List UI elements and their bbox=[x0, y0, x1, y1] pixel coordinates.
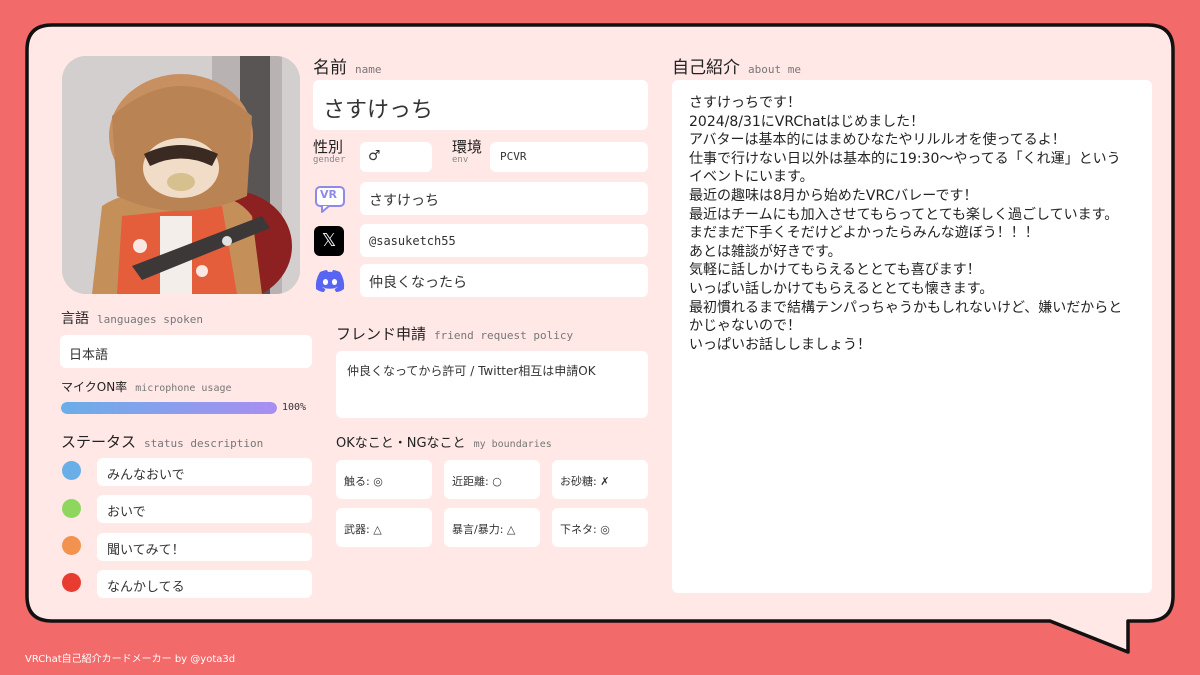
gender-value: ♂ bbox=[368, 148, 381, 164]
twitter-handle: @sasuketch55 bbox=[369, 234, 456, 248]
status-text: なんかしてる bbox=[107, 580, 185, 595]
boundary-text: 武器: △ bbox=[344, 523, 382, 536]
name-value: さすけっち bbox=[323, 98, 434, 123]
boundary-item: 武器: △ bbox=[336, 508, 432, 547]
discord-field: 仲良くなったら bbox=[360, 264, 648, 297]
status-item-3: 聞いてみて！ bbox=[97, 533, 312, 561]
vrchat-name-field: さすけっち bbox=[360, 182, 648, 215]
status-dot-3 bbox=[62, 536, 81, 555]
microphone-bar-fill bbox=[61, 402, 277, 414]
env-value: PCVR bbox=[500, 150, 527, 163]
status-text: 聞いてみて！ bbox=[107, 543, 185, 558]
status-dot-4 bbox=[62, 573, 81, 592]
status-dot-1 bbox=[62, 461, 81, 480]
status-item-2: おいで bbox=[97, 495, 312, 523]
boundary-text: 近距離: ○ bbox=[452, 475, 502, 488]
about-field: さすけっちです！ 2024/8/31にVRChatはじめました！ アバターは基本… bbox=[672, 80, 1152, 593]
friend-request-value: 仲良くなってから許可 / Twitter相互は申請OK bbox=[347, 364, 596, 378]
discord-value: 仲良くなったら bbox=[369, 275, 467, 291]
boundary-text: 下ネタ: ◎ bbox=[560, 523, 610, 536]
twitter-field: @sasuketch55 bbox=[360, 224, 648, 257]
profile-card: 名前 name さすけっち 性別 gender ♂ 環境 env PCVR VR さす… bbox=[27, 27, 1173, 620]
boundary-item: お砂糖: ✗ bbox=[552, 460, 648, 499]
boundary-text: 暴言/暴力: △ bbox=[452, 523, 516, 536]
boundary-text: 触る: ◎ bbox=[344, 475, 383, 488]
languages-value: 日本語 bbox=[69, 348, 109, 363]
status-item-1: みんなおいで bbox=[97, 458, 312, 486]
vrchat-icon: VR bbox=[314, 185, 346, 213]
boundaries-label: OKなこと・NGなこと my boundaries bbox=[336, 436, 552, 451]
status-text: おいで bbox=[107, 505, 146, 520]
boundary-item: 近距離: ○ bbox=[444, 460, 540, 499]
about-text: さすけっちです！ 2024/8/31にVRChatはじめました！ アバターは基本… bbox=[689, 95, 1123, 353]
discord-icon bbox=[314, 269, 346, 293]
env-label: 環境 env bbox=[452, 138, 483, 166]
friend-request-field: 仲良くなってから許可 / Twitter相互は申請OK bbox=[336, 351, 648, 418]
friend-request-label: フレンド申請 friend request policy bbox=[336, 325, 574, 343]
boundary-item: 暴言/暴力: △ bbox=[444, 508, 540, 547]
languages-label: 言語 languages spoken bbox=[61, 311, 203, 327]
status-item-4: なんかしてる bbox=[97, 570, 312, 598]
name-label: 名前 name bbox=[313, 58, 382, 78]
microphone-percent: 100% bbox=[282, 402, 307, 413]
status-text: みんなおいで bbox=[107, 468, 185, 483]
env-field: PCVR bbox=[490, 142, 648, 172]
gender-label: 性別 gender bbox=[313, 138, 346, 166]
status-dot-2 bbox=[62, 499, 81, 518]
avatar bbox=[62, 56, 300, 294]
about-label: 自己紹介 about me bbox=[672, 58, 801, 78]
gender-field: ♂ bbox=[360, 142, 432, 172]
boundary-item: 触る: ◎ bbox=[336, 460, 432, 499]
microphone-bar bbox=[61, 402, 277, 414]
footer-credit: VRChat自己紹介カードメーカー by @yota3d bbox=[25, 654, 236, 665]
x-icon: 𝕏 bbox=[314, 226, 344, 256]
name-field: さすけっち bbox=[313, 80, 648, 130]
boundary-text: お砂糖: ✗ bbox=[560, 475, 610, 488]
boundary-item: 下ネタ: ◎ bbox=[552, 508, 648, 547]
languages-field: 日本語 bbox=[60, 335, 312, 368]
microphone-label: マイクON率 microphone usage bbox=[61, 380, 232, 394]
status-label: ステータス status description bbox=[61, 433, 264, 451]
vrchat-name-value: さすけっち bbox=[369, 193, 439, 209]
